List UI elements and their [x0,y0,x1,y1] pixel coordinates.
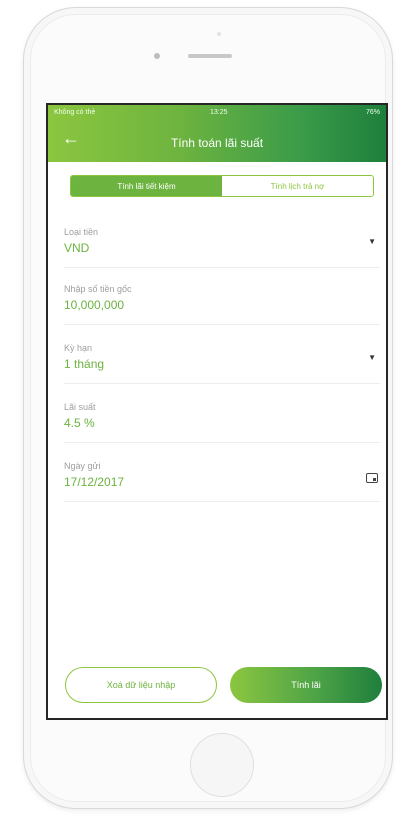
deposit-date-label: Ngày gửi [64,461,101,471]
app-screen: Không có thẻ 13:25 76% ← Tính toán lãi s… [46,103,388,720]
deposit-date-field[interactable]: Ngày gửi 17/12/2017 [64,455,380,502]
status-time: 13:25 [210,109,228,116]
term-label: Kỳ hạn [64,343,93,353]
tab-savings-interest[interactable]: Tính lãi tiết kiệm [71,176,222,196]
currency-label: Loại tiền [64,227,99,237]
principal-label: Nhập số tiền gốc [64,284,132,294]
term-value: 1 tháng [64,357,105,371]
deposit-date-value: 17/12/2017 [64,475,125,489]
calendar-icon[interactable] [366,473,378,483]
currency-value: VND [64,241,90,255]
page-title: Tính toán lãi suất [170,136,264,150]
header-bar: Không có thẻ 13:25 76% ← Tính toán lãi s… [48,105,386,162]
home-button[interactable] [190,733,254,797]
camera-dot [217,32,221,36]
status-battery: 76% [365,109,380,116]
principal-value: 10,000,000 [64,298,125,312]
dropdown-arrow-icon: ▼ [368,353,376,362]
front-camera [154,53,160,59]
principal-field[interactable]: Nhập số tiền gốc 10,000,000 [64,278,380,325]
mode-toggle: Tính lãi tiết kiệm Tính lịch trả nợ [70,175,374,197]
tab-repayment-schedule[interactable]: Tính lịch trả nợ [222,176,373,196]
earpiece-speaker [188,54,232,58]
calculate-interest-button[interactable]: Tính lãi [230,667,382,703]
status-carrier: Không có thẻ [54,109,96,116]
clear-input-button[interactable]: Xoá dữ liệu nhập [65,667,217,703]
currency-select[interactable]: Loại tiền VND ▼ [64,221,380,268]
dropdown-arrow-icon: ▼ [368,237,376,246]
rate-field[interactable]: Lãi suất 4.5 % [64,396,380,443]
rate-value: 4.5 % [64,416,95,430]
term-select[interactable]: Kỳ hạn 1 tháng ▼ [64,337,380,384]
rate-label: Lãi suất [64,402,96,412]
